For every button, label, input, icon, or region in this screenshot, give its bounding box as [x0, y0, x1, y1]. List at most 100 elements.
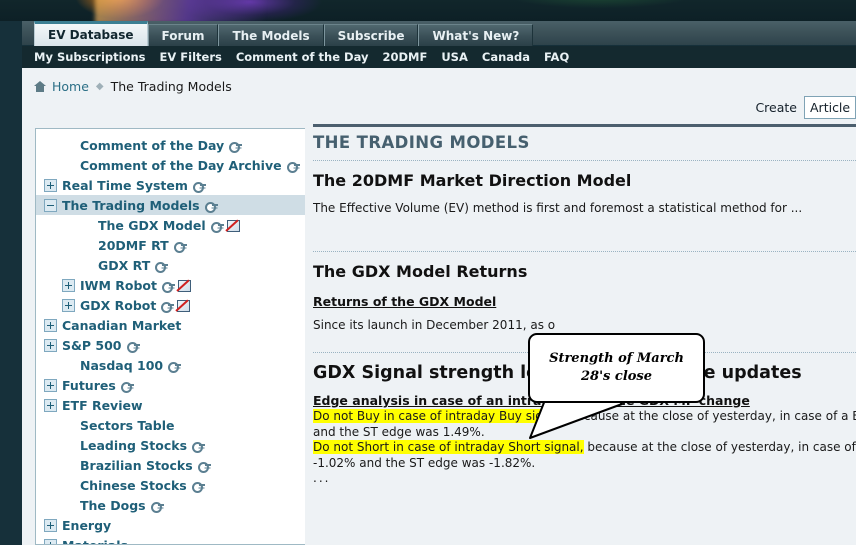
secondary-navbar: My Subscriptions EV Filters Comment of the… [22, 46, 856, 68]
sidebar-item-label: Chinese Stocks [80, 477, 187, 493]
sidebar-item-brazilian-stocks[interactable]: Brazilian Stocks [36, 455, 305, 475]
sidebar-item-the-dogs[interactable]: The Dogs [36, 495, 305, 515]
expand-icon[interactable] [44, 518, 57, 532]
sidebar-item-futures[interactable]: Futures [36, 375, 305, 395]
callout-text: Strength of March 28's close [549, 351, 684, 384]
key-icon [161, 301, 175, 313]
sidebar-item-nasdaq-100[interactable]: Nasdaq 100 [36, 355, 305, 375]
sidebar-item-materials[interactable]: Materials [36, 535, 305, 545]
tab-subscribe[interactable]: Subscribe [323, 24, 419, 46]
key-icon [191, 481, 205, 493]
sidebar-navigation: Comment of the Day Comment of the Day Arc… [35, 128, 305, 545]
sidebar-item-etf-review[interactable]: ETF Review [36, 395, 305, 415]
divider [313, 251, 856, 252]
truncation-ellipsis: ... [313, 471, 331, 485]
breadcrumb-bar: Home ◆ The Trading Models [22, 68, 856, 112]
site-banner [0, 0, 856, 21]
expand-icon[interactable] [62, 298, 75, 312]
subnav-item-ev-filters[interactable]: EV Filters [160, 50, 222, 64]
sidebar-item-label: Comment of the Day Archive [80, 157, 282, 173]
callout-balloon: Strength of March 28's close [528, 333, 705, 403]
restricted-book-icon [177, 279, 191, 292]
key-icon [126, 341, 140, 353]
subnav-item-usa[interactable]: USA [441, 50, 468, 64]
expand-icon[interactable] [44, 398, 57, 412]
sidebar-item-label: Leading Stocks [80, 437, 188, 453]
sidebar-item-energy[interactable]: Energy [36, 515, 305, 535]
key-icon [161, 281, 175, 293]
sidebar-item-label: The Dogs [80, 497, 146, 513]
subnav-item-faq[interactable]: FAQ [544, 50, 569, 64]
tab-ev-database[interactable]: EV Database [34, 21, 148, 46]
sidebar-item-canadian-market[interactable]: Canadian Market [36, 315, 305, 335]
sidebar-item-label: Nasdaq 100 [80, 357, 164, 373]
breadcrumb-home-link[interactable]: Home [52, 79, 89, 94]
sidebar-item-label: Real Time System [62, 177, 188, 193]
sidebar-item-label: Futures [62, 377, 116, 393]
subnav-item-comment-of-the-day[interactable]: Comment of the Day [236, 50, 369, 64]
key-icon [168, 361, 182, 373]
breadcrumb-current: The Trading Models [110, 79, 232, 94]
create-label: Create [755, 100, 797, 115]
restricted-book-icon [176, 299, 191, 312]
key-icon [210, 221, 224, 233]
subnav-item-my-subscriptions[interactable]: My Subscriptions [34, 50, 146, 64]
sidebar-item-iwm-robot[interactable]: IWM Robot [36, 275, 305, 295]
tab-what-s-new[interactable]: What's New? [418, 24, 534, 46]
sidebar-item-real-time-system[interactable]: Real Time System [36, 175, 305, 195]
subnav-item-20dmf[interactable]: 20DMF [382, 50, 427, 64]
key-icon [192, 181, 206, 193]
sidebar-item-20dmf-rt[interactable]: 20DMF RT [36, 235, 305, 255]
primary-tabbar: EV Database Forum The Models Subscribe What'… [22, 21, 856, 46]
page-title: THE TRADING MODELS [313, 133, 530, 152]
subnav-item-canada[interactable]: Canada [482, 50, 530, 64]
divider [313, 160, 856, 161]
key-icon [120, 381, 134, 393]
key-icon [204, 201, 218, 213]
key-icon [192, 441, 206, 453]
expand-icon[interactable] [44, 538, 57, 544]
restricted-book-icon [226, 219, 240, 232]
sidebar-item-leading-stocks[interactable]: Leading Stocks [36, 435, 305, 455]
sidebar-item-label: Comment of the Day [80, 137, 225, 153]
expand-icon[interactable] [44, 178, 57, 192]
expand-icon[interactable] [44, 338, 57, 352]
sidebar-item-comment-of-the-day-archive[interactable]: Comment of the Day Archive [36, 155, 305, 175]
returns-gdx-model-link[interactable]: Returns of the GDX Model [313, 294, 496, 309]
sidebar-item-s-p-500[interactable]: S&P 500 [36, 335, 305, 355]
key-icon [286, 161, 300, 173]
sidebar-item-label: GDX RT [98, 257, 151, 273]
tab-the-models[interactable]: The Models [218, 24, 324, 46]
collapse-icon[interactable] [44, 198, 57, 212]
primary-tabs: EV Database Forum The Models Subscribe What'… [34, 21, 534, 46]
sidebar-tree: Comment of the Day Comment of the Day Arc… [36, 129, 305, 545]
sidebar-item-comment-of-the-day[interactable]: Comment of the Day [36, 135, 305, 155]
sidebar-item-chinese-stocks[interactable]: Chinese Stocks [36, 475, 305, 495]
home-icon [34, 81, 46, 92]
sidebar-item-label: GDX Robot [80, 297, 157, 313]
sidebar-item-label: 20DMF RT [98, 237, 169, 253]
secondary-nav-items: My Subscriptions EV Filters Comment of the… [22, 50, 583, 64]
section-heading-20dmf: The 20DMF Market Direction Model [313, 171, 632, 190]
section-heading-gdx-returns: The GDX Model Returns [313, 262, 528, 281]
expand-icon[interactable] [62, 278, 75, 292]
sidebar-item-the-gdx-model[interactable]: The GDX Model [36, 215, 305, 235]
page-root: EV Database Forum The Models Subscribe What'… [0, 0, 856, 545]
sidebar-item-label: Materials [62, 537, 128, 545]
sidebar-item-gdx-rt[interactable]: GDX RT [36, 255, 305, 275]
key-icon [150, 501, 164, 513]
sidebar-item-sectors-table[interactable]: Sectors Table [36, 415, 305, 435]
sidebar-item-gdx-robot[interactable]: GDX Robot [36, 295, 305, 315]
key-icon [197, 461, 211, 473]
key-icon [229, 141, 243, 153]
tab-forum[interactable]: Forum [147, 24, 219, 46]
sidebar-item-the-trading-models[interactable]: The Trading Models [36, 195, 305, 215]
sidebar-item-label: Brazilian Stocks [80, 457, 193, 473]
sidebar-item-label: Canadian Market [62, 317, 182, 333]
expand-icon[interactable] [44, 378, 57, 392]
sidebar-item-label: Sectors Table [80, 417, 175, 433]
create-type-select[interactable]: Article [804, 96, 856, 119]
key-icon [155, 261, 169, 273]
expand-icon[interactable] [44, 318, 57, 332]
sidebar-item-label: S&P 500 [62, 337, 122, 353]
